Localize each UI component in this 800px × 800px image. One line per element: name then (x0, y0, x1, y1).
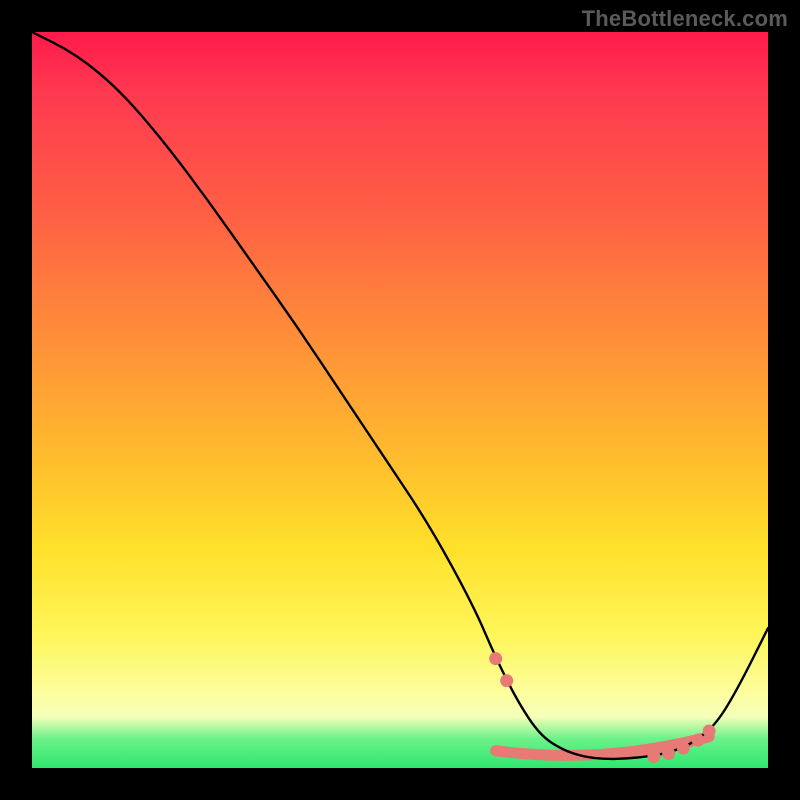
curve-layer (32, 32, 768, 768)
watermark-text: TheBottleneck.com (582, 6, 788, 32)
bottleneck-curve (32, 32, 768, 759)
chart-frame: TheBottleneck.com (0, 0, 800, 800)
plot-area (32, 32, 768, 768)
highlight-band (496, 737, 709, 756)
